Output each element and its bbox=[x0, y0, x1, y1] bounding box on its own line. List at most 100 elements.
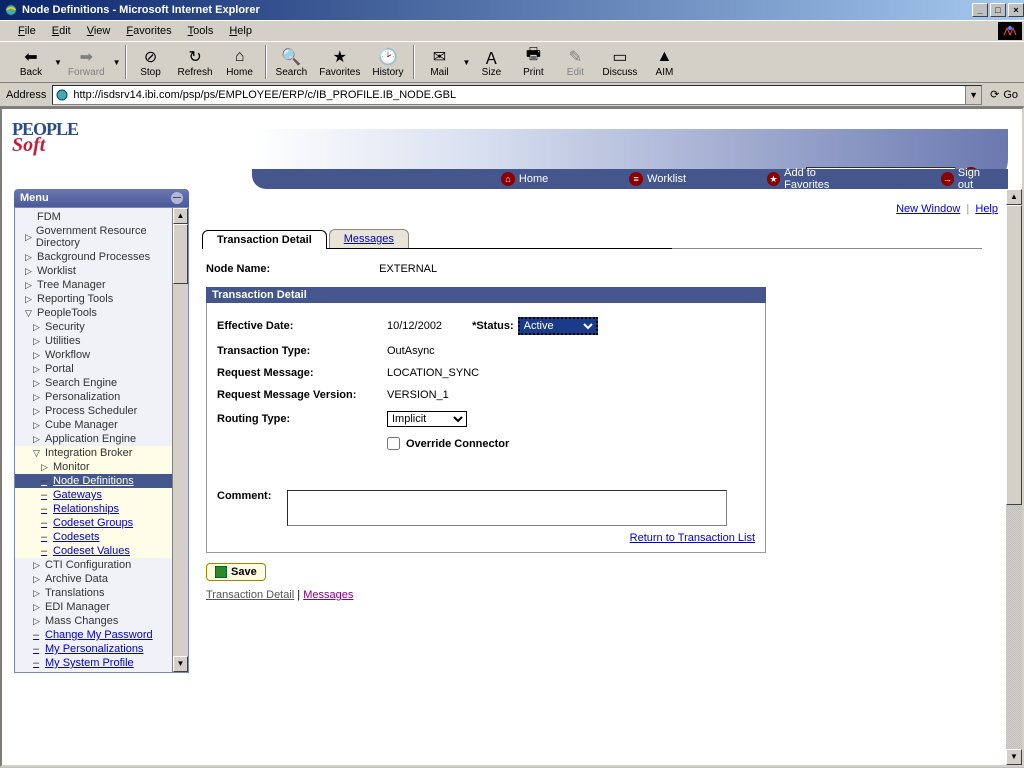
mi-ib[interactable]: ▽Integration Broker bbox=[15, 446, 172, 460]
go-button[interactable]: ⟳Go bbox=[990, 88, 1018, 101]
new-window-link[interactable]: New Window bbox=[896, 203, 960, 215]
edit-button[interactable]: ✎Edit bbox=[554, 45, 596, 80]
search-button[interactable]: 🔍Search bbox=[270, 45, 314, 80]
size-button[interactable]: ＡSize bbox=[470, 45, 512, 80]
menu-scrollbar[interactable]: ▲ ▼ bbox=[172, 208, 188, 672]
mi-wl[interactable]: ▷Worklist bbox=[15, 264, 172, 278]
mi-pt[interactable]: ▽PeopleTools bbox=[15, 306, 172, 320]
menu-favorites[interactable]: Favorites bbox=[118, 23, 179, 39]
tt-value: OutAsync bbox=[387, 345, 435, 357]
mi-grd[interactable]: ▷Government Resource Directory bbox=[15, 224, 172, 250]
mi-gw[interactable]: –Gateways bbox=[15, 488, 172, 502]
mi-mon[interactable]: ▷Monitor bbox=[15, 460, 172, 474]
mi-fdm[interactable]: FDM bbox=[15, 210, 172, 224]
mi-nd[interactable]: –Node Definitions bbox=[15, 474, 172, 488]
tab-messages[interactable]: Messages bbox=[329, 229, 409, 248]
discuss-button[interactable]: ▭Discuss bbox=[596, 45, 643, 80]
menu-help[interactable]: Help bbox=[221, 23, 260, 39]
status-select[interactable]: Active bbox=[518, 317, 598, 335]
left-menu: Menu — FDM ▷Government Resource Director… bbox=[14, 189, 189, 673]
mi-rt[interactable]: ▷Reporting Tools bbox=[15, 292, 172, 306]
maximize-button[interactable]: □ bbox=[990, 3, 1006, 17]
main-content: New Window | Help Transaction Detail Mes… bbox=[202, 199, 1008, 601]
return-link[interactable]: Return to Transaction List bbox=[630, 532, 755, 544]
disk-icon bbox=[215, 566, 227, 578]
mi-ps[interactable]: ▷Process Scheduler bbox=[15, 404, 172, 418]
mail-button[interactable]: ✉Mail bbox=[418, 45, 460, 80]
scroll-down-icon[interactable]: ▼ bbox=[173, 656, 188, 672]
print-button[interactable]: 🖶Print bbox=[512, 45, 554, 80]
mi-pwd[interactable]: –Change My Password bbox=[15, 628, 172, 642]
menu-view[interactable]: View bbox=[79, 23, 119, 39]
scroll-thumb[interactable] bbox=[1006, 205, 1022, 505]
page-icon bbox=[55, 88, 69, 102]
status-label: *Status: bbox=[472, 320, 514, 332]
mi-bg[interactable]: ▷Background Processes bbox=[15, 250, 172, 264]
content-frame: PEOPLESoft Search: go ⌂Home ≡Worklist ★A… bbox=[0, 107, 1024, 767]
rmv-label: Request Message Version: bbox=[217, 389, 387, 401]
signout-icon: → bbox=[941, 172, 954, 186]
bottom-tab-messages[interactable]: Messages bbox=[303, 589, 353, 601]
mi-sec[interactable]: ▷Security bbox=[15, 320, 172, 334]
mi-pers[interactable]: ▷Personalization bbox=[15, 390, 172, 404]
nav-home[interactable]: ⌂Home bbox=[489, 172, 560, 186]
help-link[interactable]: Help bbox=[975, 203, 998, 215]
main-scrollbar[interactable]: ▲ ▼ bbox=[1006, 189, 1022, 765]
mi-msp[interactable]: –My System Profile bbox=[15, 656, 172, 670]
override-checkbox[interactable] bbox=[387, 437, 400, 450]
mi-cm[interactable]: ▷Cube Manager bbox=[15, 418, 172, 432]
ps-navbar: ⌂Home ≡Worklist ★Add to Favorites →Sign … bbox=[252, 169, 1008, 189]
address-dropdown[interactable]: ▼ bbox=[965, 86, 981, 104]
save-button[interactable]: Save bbox=[206, 563, 266, 581]
node-name-value: EXTERNAL bbox=[379, 263, 437, 275]
menu-tools[interactable]: Tools bbox=[180, 23, 222, 39]
mi-rel[interactable]: –Relationships bbox=[15, 502, 172, 516]
scroll-down-icon[interactable]: ▼ bbox=[1006, 749, 1022, 765]
mi-se[interactable]: ▷Search Engine bbox=[15, 376, 172, 390]
effdate-value: 10/12/2002 bbox=[387, 320, 442, 332]
scroll-thumb[interactable] bbox=[173, 224, 188, 284]
bottom-tab-detail[interactable]: Transaction Detail bbox=[206, 589, 294, 601]
mi-cv[interactable]: –Codeset Values bbox=[15, 544, 172, 558]
ie-icon bbox=[4, 3, 18, 17]
back-button[interactable]: ⬅Back bbox=[10, 45, 52, 80]
routing-type-select[interactable]: Implicit bbox=[387, 411, 467, 427]
nav-worklist[interactable]: ≡Worklist bbox=[617, 172, 698, 186]
window-title: Node Definitions - Microsoft Internet Ex… bbox=[22, 4, 970, 16]
home-button[interactable]: ⌂Home bbox=[219, 45, 261, 80]
mi-portal[interactable]: ▷Portal bbox=[15, 362, 172, 376]
scroll-up-icon[interactable]: ▲ bbox=[173, 208, 188, 224]
menu-file[interactable]: File bbox=[10, 23, 44, 39]
menu-edit[interactable]: Edit bbox=[44, 23, 79, 39]
forward-button[interactable]: ➡Forward bbox=[62, 45, 111, 80]
mi-cg[interactable]: –Codeset Groups bbox=[15, 516, 172, 530]
minimize-button[interactable]: _ bbox=[972, 3, 988, 17]
nav-signout[interactable]: →Sign out bbox=[929, 167, 1008, 191]
mi-edi[interactable]: ▷EDI Manager bbox=[15, 600, 172, 614]
rm-value: LOCATION_SYNC bbox=[387, 367, 479, 379]
tab-detail[interactable]: Transaction Detail bbox=[202, 230, 327, 249]
history-button[interactable]: 🕑History bbox=[366, 45, 409, 80]
collapse-icon[interactable]: — bbox=[171, 192, 183, 204]
mi-tm[interactable]: ▷Tree Manager bbox=[15, 278, 172, 292]
address-input[interactable] bbox=[73, 89, 965, 101]
mi-ae[interactable]: ▷Application Engine bbox=[15, 432, 172, 446]
comment-textarea[interactable] bbox=[287, 490, 727, 526]
nav-favorites[interactable]: ★Add to Favorites bbox=[755, 167, 872, 191]
mi-util[interactable]: ▷Utilities bbox=[15, 334, 172, 348]
aim-button[interactable]: ▲AIM bbox=[643, 45, 685, 80]
refresh-button[interactable]: ↻Refresh bbox=[172, 45, 219, 80]
scroll-up-icon[interactable]: ▲ bbox=[1006, 189, 1022, 205]
override-label: Override Connector bbox=[406, 438, 509, 450]
mi-myp[interactable]: –My Personalizations bbox=[15, 642, 172, 656]
rt-label: Routing Type: bbox=[217, 413, 387, 425]
mi-tr[interactable]: ▷Translations bbox=[15, 586, 172, 600]
mi-wf[interactable]: ▷Workflow bbox=[15, 348, 172, 362]
stop-button[interactable]: ⊘Stop bbox=[130, 45, 172, 80]
mi-mc[interactable]: ▷Mass Changes bbox=[15, 614, 172, 628]
favorites-button[interactable]: ★Favorites bbox=[313, 45, 366, 80]
mi-ad[interactable]: ▷Archive Data bbox=[15, 572, 172, 586]
mi-cti[interactable]: ▷CTI Configuration bbox=[15, 558, 172, 572]
close-button[interactable]: × bbox=[1008, 3, 1024, 17]
mi-cs[interactable]: –Codesets bbox=[15, 530, 172, 544]
